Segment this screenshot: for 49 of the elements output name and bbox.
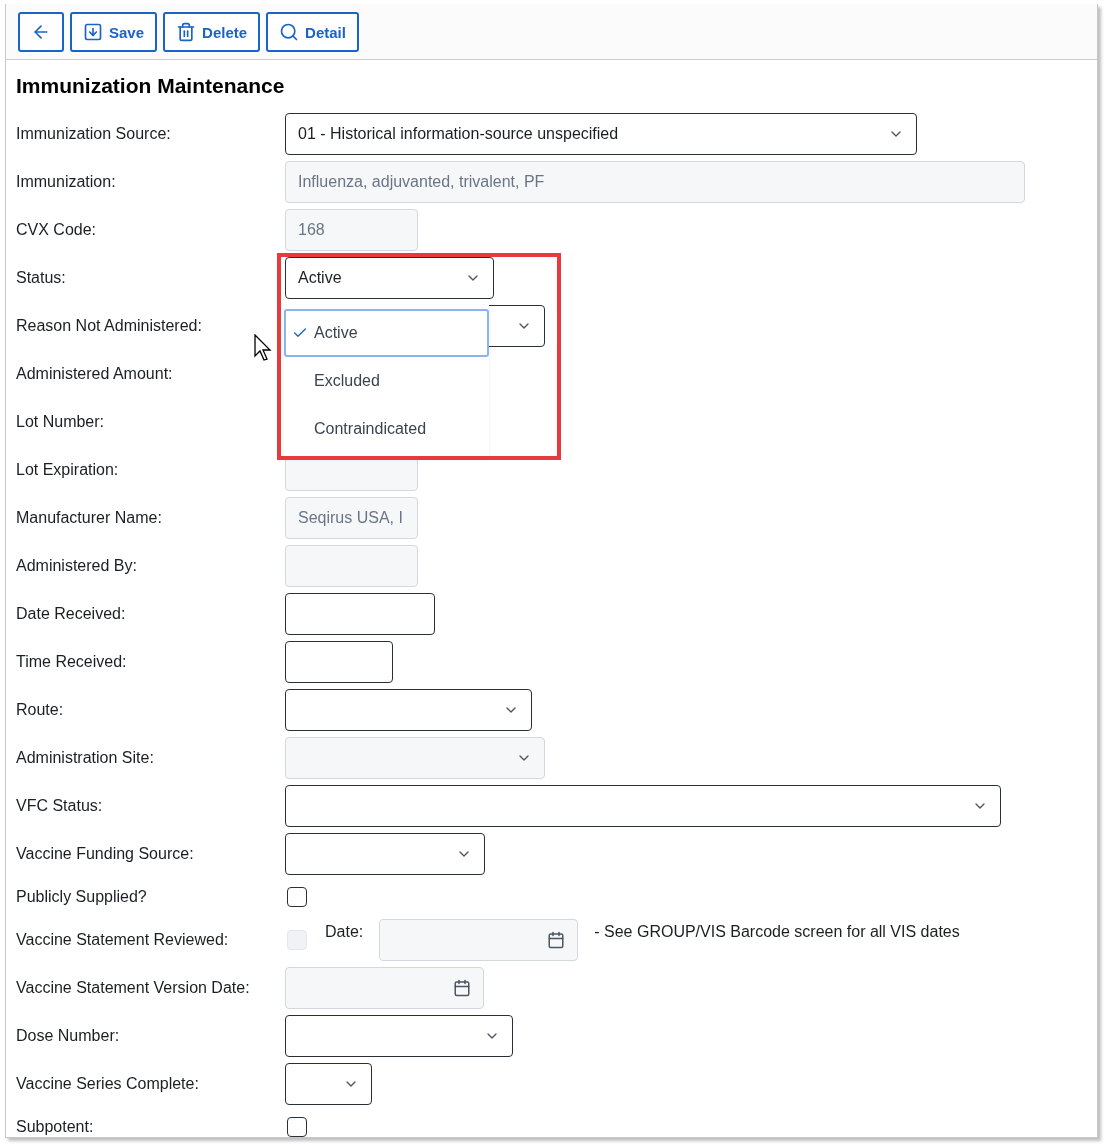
delete-button[interactable]: Delete	[163, 12, 261, 52]
select-field[interactable]: Active	[285, 257, 494, 299]
field-label: Vaccine Statement Reviewed:	[16, 931, 230, 949]
search-icon	[279, 22, 300, 42]
field-label: Administered By:	[16, 557, 138, 575]
checkbox[interactable]	[287, 1117, 307, 1137]
select-field[interactable]	[285, 1015, 513, 1057]
field-label: Route:	[16, 701, 65, 719]
field-label: VFC Status:	[16, 797, 104, 815]
field-label: Date Received:	[16, 605, 127, 623]
field-label: Administered Amount:	[16, 365, 174, 383]
dropdown-option[interactable]: Active	[284, 309, 489, 357]
select-field[interactable]: 01 - Historical information-source unspecified	[285, 113, 917, 155]
select-field[interactable]	[285, 689, 532, 731]
field-label: Status:	[16, 269, 67, 287]
checkbox[interactable]	[287, 887, 307, 907]
field-label: Lot Expiration:	[16, 461, 120, 479]
field-label: Dose Number:	[16, 1027, 121, 1045]
field-label: Vaccine Series Complete:	[16, 1075, 200, 1093]
field-label: Publicly Supplied?	[16, 888, 148, 906]
text-field[interactable]	[285, 641, 393, 683]
field-label: Immunization:	[16, 173, 117, 191]
save-icon	[83, 22, 103, 42]
field-label: Immunization Source:	[16, 125, 172, 143]
field-label: Vaccine Funding Source:	[16, 845, 195, 863]
text-field[interactable]	[285, 593, 435, 635]
detail-button[interactable]: Detail	[266, 12, 359, 52]
mouse-pointer-icon	[254, 334, 274, 362]
field-label: Manufacturer Name:	[16, 509, 163, 527]
select-field[interactable]	[285, 785, 1001, 827]
field-label: Lot Number:	[16, 413, 106, 431]
field-label: Reason Not Administered:	[16, 317, 203, 335]
select-field[interactable]	[285, 1063, 372, 1105]
back-button[interactable]	[18, 12, 64, 52]
field-label: Administration Site:	[16, 749, 155, 767]
select-field[interactable]	[285, 833, 485, 875]
field-label: Subpotent:	[16, 1118, 95, 1136]
field-label: Time Received:	[16, 653, 128, 671]
calendar-icon	[453, 979, 471, 997]
note-text: - See GROUP/VIS Barcode screen for all VIS dates	[594, 923, 960, 941]
dropdown-option[interactable]: Excluded	[284, 357, 489, 405]
dropdown-option[interactable]: Contraindicated	[284, 405, 489, 453]
date-label: Date:	[325, 923, 364, 941]
trash-icon	[176, 22, 197, 42]
field-label: CVX Code:	[16, 221, 98, 239]
field-label: Vaccine Statement Version Date:	[16, 979, 251, 997]
calendar-icon	[547, 931, 566, 949]
page-title: Immunization Maintenance	[15, 73, 286, 99]
save-button[interactable]: Save	[70, 12, 158, 52]
